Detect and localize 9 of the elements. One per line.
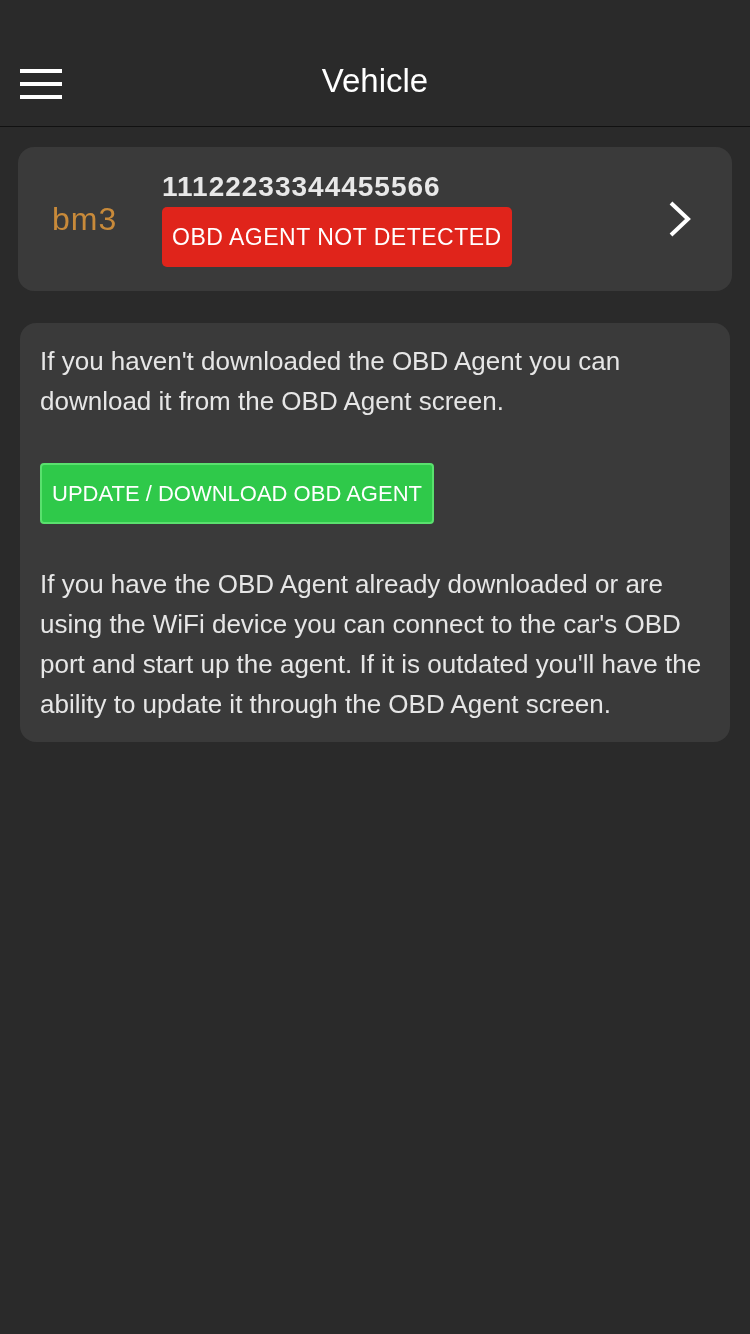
- menu-icon[interactable]: [20, 69, 62, 99]
- chevron-right-icon[interactable]: [668, 200, 692, 238]
- info-paragraph: If you have the OBD Agent already downloaded or are using the WiFi device you can connect to the car's OBD port and start up the agent. If it is outdated you'll have the ability to update it through the OBD Agent screen.: [40, 568, 703, 721]
- vehicle-card[interactable]: bm3 11122233344455566 OBD AGENT NOT DETECTED: [18, 147, 732, 291]
- screen-title: Vehicle: [321, 62, 429, 100]
- logo: bm3: [52, 200, 119, 238]
- vin-number: 11122233344455566: [162, 171, 441, 203]
- status-badge: OBD AGENT NOT DETECTED: [162, 207, 512, 267]
- info-paragraph: If you haven't downloaded the OBD Agent you can download it from the OBD Agent screen.: [40, 345, 622, 418]
